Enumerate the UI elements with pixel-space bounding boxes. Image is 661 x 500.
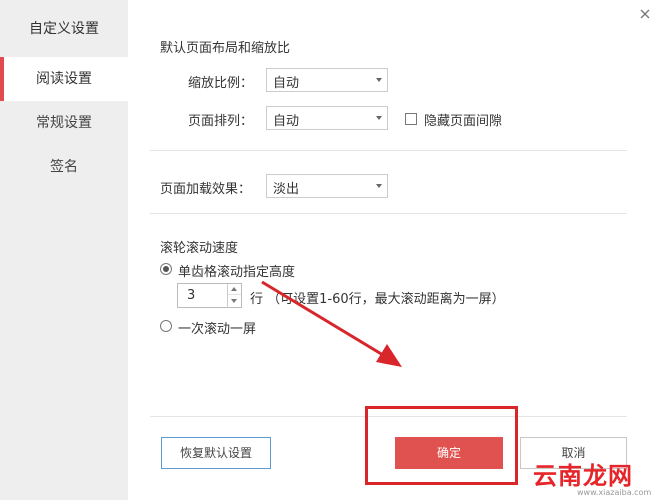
watermark-logo: 云南龙网 <box>533 462 633 490</box>
load-effect-label: 页面加载效果： <box>160 182 252 197</box>
lines-stepper-value: 3 <box>187 288 196 303</box>
load-effect-select-value: 淡出 <box>273 182 300 197</box>
zoom-select-value: 自动 <box>273 76 300 91</box>
chevron-down-icon <box>376 116 382 120</box>
divider <box>150 213 627 214</box>
sidebar-title: 自定义设置 <box>29 21 99 37</box>
hide-gap-label[interactable]: 隐藏页面间隙 <box>424 110 502 129</box>
hide-gap-checkbox[interactable] <box>405 113 417 125</box>
sidebar-item-signature[interactable]: 签名 <box>0 145 128 189</box>
scroll-section-title: 滚轮滚动速度 <box>160 241 239 256</box>
stepper-up-icon[interactable] <box>228 284 241 295</box>
scroll-by-lines-radio[interactable] <box>160 263 172 275</box>
watermark-url: www.xiazaiba.com <box>577 488 652 497</box>
stepper-arrows <box>227 284 241 307</box>
stepper-down-icon[interactable] <box>228 295 241 306</box>
load-effect-select[interactable]: 淡出 <box>266 174 388 198</box>
zoom-select[interactable]: 自动 <box>266 68 388 92</box>
scroll-full-page-radio[interactable] <box>160 320 172 332</box>
arrange-label: 页面排列： <box>188 114 254 129</box>
close-button[interactable] <box>636 5 654 23</box>
chevron-down-icon <box>376 78 382 82</box>
zoom-label: 缩放比例： <box>188 76 254 91</box>
layout-section-title: 默认页面布局和缩放比 <box>160 41 291 56</box>
chevron-down-icon <box>376 184 382 188</box>
close-icon <box>640 9 650 19</box>
divider <box>150 150 627 151</box>
sidebar-item-general[interactable]: 常规设置 <box>0 101 128 145</box>
lines-stepper[interactable]: 3 <box>177 283 242 308</box>
sidebar: 自定义设置 阅读设置 常规设置 签名 <box>0 0 128 500</box>
restore-defaults-button[interactable]: 恢复默认设置 <box>161 437 271 469</box>
annotation-highlight-box <box>365 406 518 485</box>
arrange-select-value: 自动 <box>273 114 300 129</box>
lines-hint: 行 （可设置1-60行，最大滚动距离为一屏） <box>250 292 505 307</box>
scroll-by-lines-label[interactable]: 单齿格滚动指定高度 <box>178 261 295 280</box>
sidebar-item-reading[interactable]: 阅读设置 <box>0 57 128 101</box>
arrange-select[interactable]: 自动 <box>266 106 388 130</box>
scroll-full-page-label[interactable]: 一次滚动一屏 <box>178 318 256 337</box>
